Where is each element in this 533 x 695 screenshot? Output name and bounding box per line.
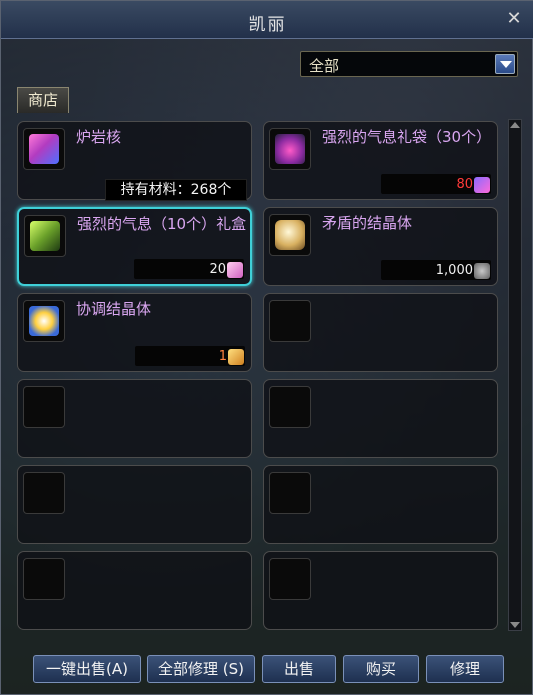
item-price: 20 [209, 262, 226, 277]
tab-shop[interactable]: 商店 [17, 87, 69, 113]
sell-button[interactable]: 出售 [262, 655, 336, 683]
close-icon[interactable]: ✕ [504, 9, 524, 29]
pink-crystal-icon [227, 262, 243, 278]
empty-icon-box [269, 472, 311, 514]
shop-slot-2[interactable]: 强烈的气息礼袋（30个） 80 [263, 121, 498, 200]
empty-icon-box [269, 386, 311, 428]
item-price: 1 [218, 349, 227, 364]
repair-all-button[interactable]: 全部修理 (S) [147, 655, 255, 683]
title-bar[interactable]: 凯丽 ✕ [1, 1, 533, 39]
shop-slot-empty[interactable] [263, 465, 498, 544]
shop-slot-empty[interactable] [263, 551, 498, 630]
shop-slot-4[interactable]: 矛盾的结晶体 1,000 [263, 207, 498, 286]
category-filter-select[interactable]: 全部 [300, 51, 518, 77]
item-name: 矛盾的结晶体 [322, 214, 413, 232]
item-name: 炉岩核 [76, 128, 122, 146]
item-icon-box [269, 214, 311, 256]
item-name: 强烈的气息（10个）礼盒 [77, 215, 247, 233]
action-bar: 一键出售(A) 全部修理 (S) 出售 购买 修理 [1, 641, 533, 695]
item-price: 80 [456, 177, 473, 192]
shop-slot-5[interactable]: 协调结晶体 1 [17, 293, 252, 372]
filter-selected-value: 全部 [309, 57, 340, 75]
scroll-up-icon[interactable] [510, 122, 520, 128]
item-name: 强烈的气息礼袋（30个） [322, 128, 492, 146]
grid-scrollbar[interactable] [508, 119, 522, 631]
sell-all-button[interactable]: 一键出售(A) [33, 655, 141, 683]
shop-slot-empty[interactable] [17, 379, 252, 458]
repair-button[interactable]: 修理 [426, 655, 504, 683]
item-name: 协调结晶体 [76, 300, 152, 318]
empty-icon-box [269, 558, 311, 600]
shop-slot-empty[interactable] [263, 293, 498, 372]
empty-icon-box [23, 472, 65, 514]
empty-icon-box [23, 558, 65, 600]
buy-button[interactable]: 购买 [343, 655, 419, 683]
shop-window: 凯丽 ✕ 全部 商店 炉岩核 强烈的气息礼袋（30个） 80 强烈的气息（10个… [0, 0, 533, 695]
item-grid: 炉岩核 强烈的气息礼袋（30个） 80 强烈的气息（10个）礼盒 20 矛盾的结… [11, 113, 507, 633]
gift-box-10-icon [30, 221, 60, 251]
item-icon-box [23, 128, 65, 170]
scroll-down-icon[interactable] [510, 622, 520, 628]
item-icon-box [23, 300, 65, 342]
shop-slot-empty[interactable] [17, 551, 252, 630]
gift-bag-30-icon [275, 134, 305, 164]
empty-icon-box [23, 386, 65, 428]
harmony-crystal-icon [29, 306, 59, 336]
item-icon-box [269, 128, 311, 170]
gift-token-icon [474, 177, 490, 193]
owned-material-tooltip: 持有材料：268个 [105, 179, 247, 201]
shop-slot-empty[interactable] [17, 465, 252, 544]
shop-slot-3[interactable]: 强烈的气息（10个）礼盒 20 [17, 207, 252, 286]
silver-coin-icon [474, 263, 490, 279]
window-title: 凯丽 [248, 15, 287, 35]
item-price: 1,000 [435, 263, 473, 278]
lava-core-icon [29, 134, 59, 164]
dropdown-arrow-icon[interactable] [495, 54, 515, 74]
contradiction-crystal-icon [275, 220, 305, 250]
item-icon-box [24, 215, 66, 257]
gold-ore-icon [228, 349, 244, 365]
empty-icon-box [269, 300, 311, 342]
shop-slot-empty[interactable] [263, 379, 498, 458]
